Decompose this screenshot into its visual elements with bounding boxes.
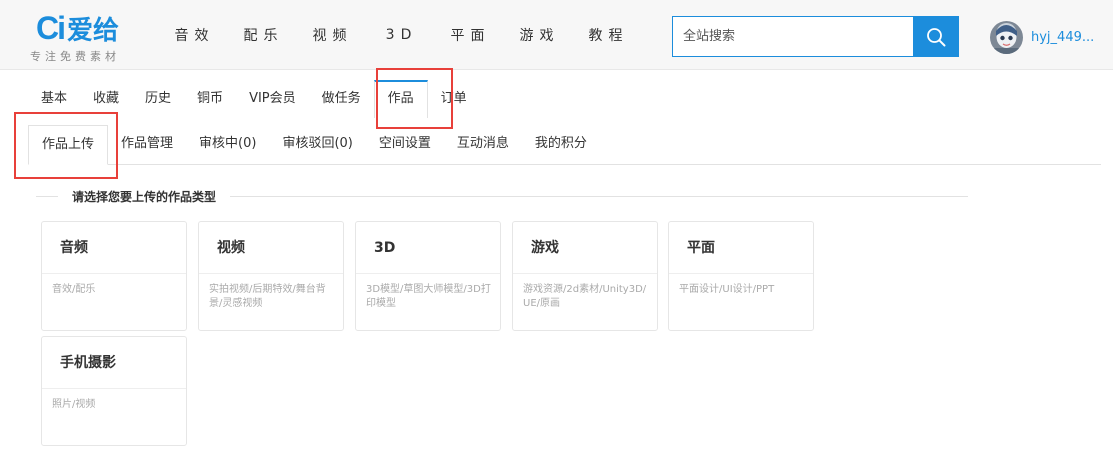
tab-basic[interactable]: 基本	[28, 80, 80, 118]
works-subtabs: 作品上传 作品管理 审核中(0) 审核驳回(0) 空间设置 互动消息 我的积分	[28, 125, 1101, 165]
search-input[interactable]	[672, 16, 913, 57]
nav-item-3d[interactable]: 3D	[367, 27, 436, 43]
account-tabs: 基本 收藏 历史 铜币 VIP会员 做任务 作品 订单	[28, 80, 480, 118]
subtab-messages[interactable]: 互动消息	[444, 125, 522, 164]
site-header: Ci 爱给 专注免费素材 音效 配乐 视频 3D 平面 游戏 教程 全站搜索 h…	[0, 0, 1113, 70]
card-title: 游戏	[513, 222, 657, 274]
category-card-graphic[interactable]: 平面 平面设计/UI设计/PPT	[668, 221, 814, 331]
category-card-3d[interactable]: 3D 3D模型/草图大师模型/3D打印模型	[355, 221, 501, 331]
card-title: 平面	[669, 222, 813, 274]
username[interactable]: hyj_449...	[1031, 30, 1094, 45]
search-box	[672, 16, 959, 57]
nav-item-game[interactable]: 游戏	[505, 25, 574, 45]
search-button[interactable]	[913, 16, 959, 57]
site-logo[interactable]: Ci 爱给 专注免费素材	[30, 10, 146, 64]
card-title: 手机摄影	[42, 337, 186, 389]
tab-orders[interactable]: 订单	[428, 80, 480, 118]
card-desc: 实拍视频/后期特效/舞台背景/灵感视频	[209, 284, 326, 309]
nav-item-video[interactable]: 视频	[298, 25, 367, 45]
nav-item-graphic[interactable]: 平面	[436, 25, 505, 45]
card-title: 3D	[356, 222, 500, 274]
tab-tasks[interactable]: 做任务	[309, 80, 374, 118]
logo-ci: Ci	[36, 10, 66, 46]
nav-item-tutorial[interactable]: 教程	[574, 25, 643, 45]
subtab-upload[interactable]: 作品上传	[28, 125, 109, 165]
tab-coins[interactable]: 铜币	[184, 80, 236, 118]
tab-history[interactable]: 历史	[132, 80, 184, 118]
nav-item-audio[interactable]: 音效	[160, 25, 229, 45]
category-card-mobile-photo[interactable]: 手机摄影 照片/视频	[41, 336, 187, 446]
search-icon	[927, 27, 946, 46]
main-nav: 音效 配乐 视频 3D 平面 游戏 教程	[160, 0, 643, 70]
section-divider-right	[230, 195, 968, 197]
avatar-icon[interactable]	[990, 20, 1023, 54]
card-desc: 3D模型/草图大师模型/3D打印模型	[366, 284, 491, 309]
tab-works[interactable]: 作品	[373, 80, 428, 118]
section-divider-left	[36, 195, 58, 197]
logo-mark: Ci 爱给	[36, 10, 146, 46]
category-card-video[interactable]: 视频 实拍视频/后期特效/舞台背景/灵感视频	[198, 221, 344, 331]
subtab-manage[interactable]: 作品管理	[108, 125, 186, 164]
card-desc: 平面设计/UI设计/PPT	[679, 284, 775, 295]
section-header: 请选择您要上传的作品类型	[36, 186, 968, 206]
nav-item-music[interactable]: 配乐	[229, 25, 298, 45]
subtab-space-settings[interactable]: 空间设置	[366, 125, 444, 164]
card-title: 音频	[42, 222, 186, 274]
logo-slogan: 专注免费素材	[30, 50, 120, 63]
tab-favorites[interactable]: 收藏	[80, 80, 132, 118]
category-card-game[interactable]: 游戏 游戏资源/2d素材/Unity3D/UE/原画	[512, 221, 658, 331]
subtab-points[interactable]: 我的积分	[522, 125, 600, 164]
section-title: 请选择您要上传的作品类型	[72, 189, 217, 204]
card-desc: 音效/配乐	[52, 284, 96, 295]
card-desc: 游戏资源/2d素材/Unity3D/UE/原画	[523, 284, 647, 309]
card-title: 视频	[199, 222, 343, 274]
logo-name: 爱给	[67, 16, 120, 46]
user-menu[interactable]: hyj_449...	[990, 20, 1094, 54]
card-desc: 照片/视频	[52, 399, 96, 410]
category-card-audio[interactable]: 音频 音效/配乐	[41, 221, 187, 331]
tab-vip[interactable]: VIP会员	[236, 80, 309, 118]
subtab-rejected[interactable]: 审核驳回(0)	[269, 125, 365, 164]
subtab-reviewing[interactable]: 审核中(0)	[186, 125, 269, 164]
